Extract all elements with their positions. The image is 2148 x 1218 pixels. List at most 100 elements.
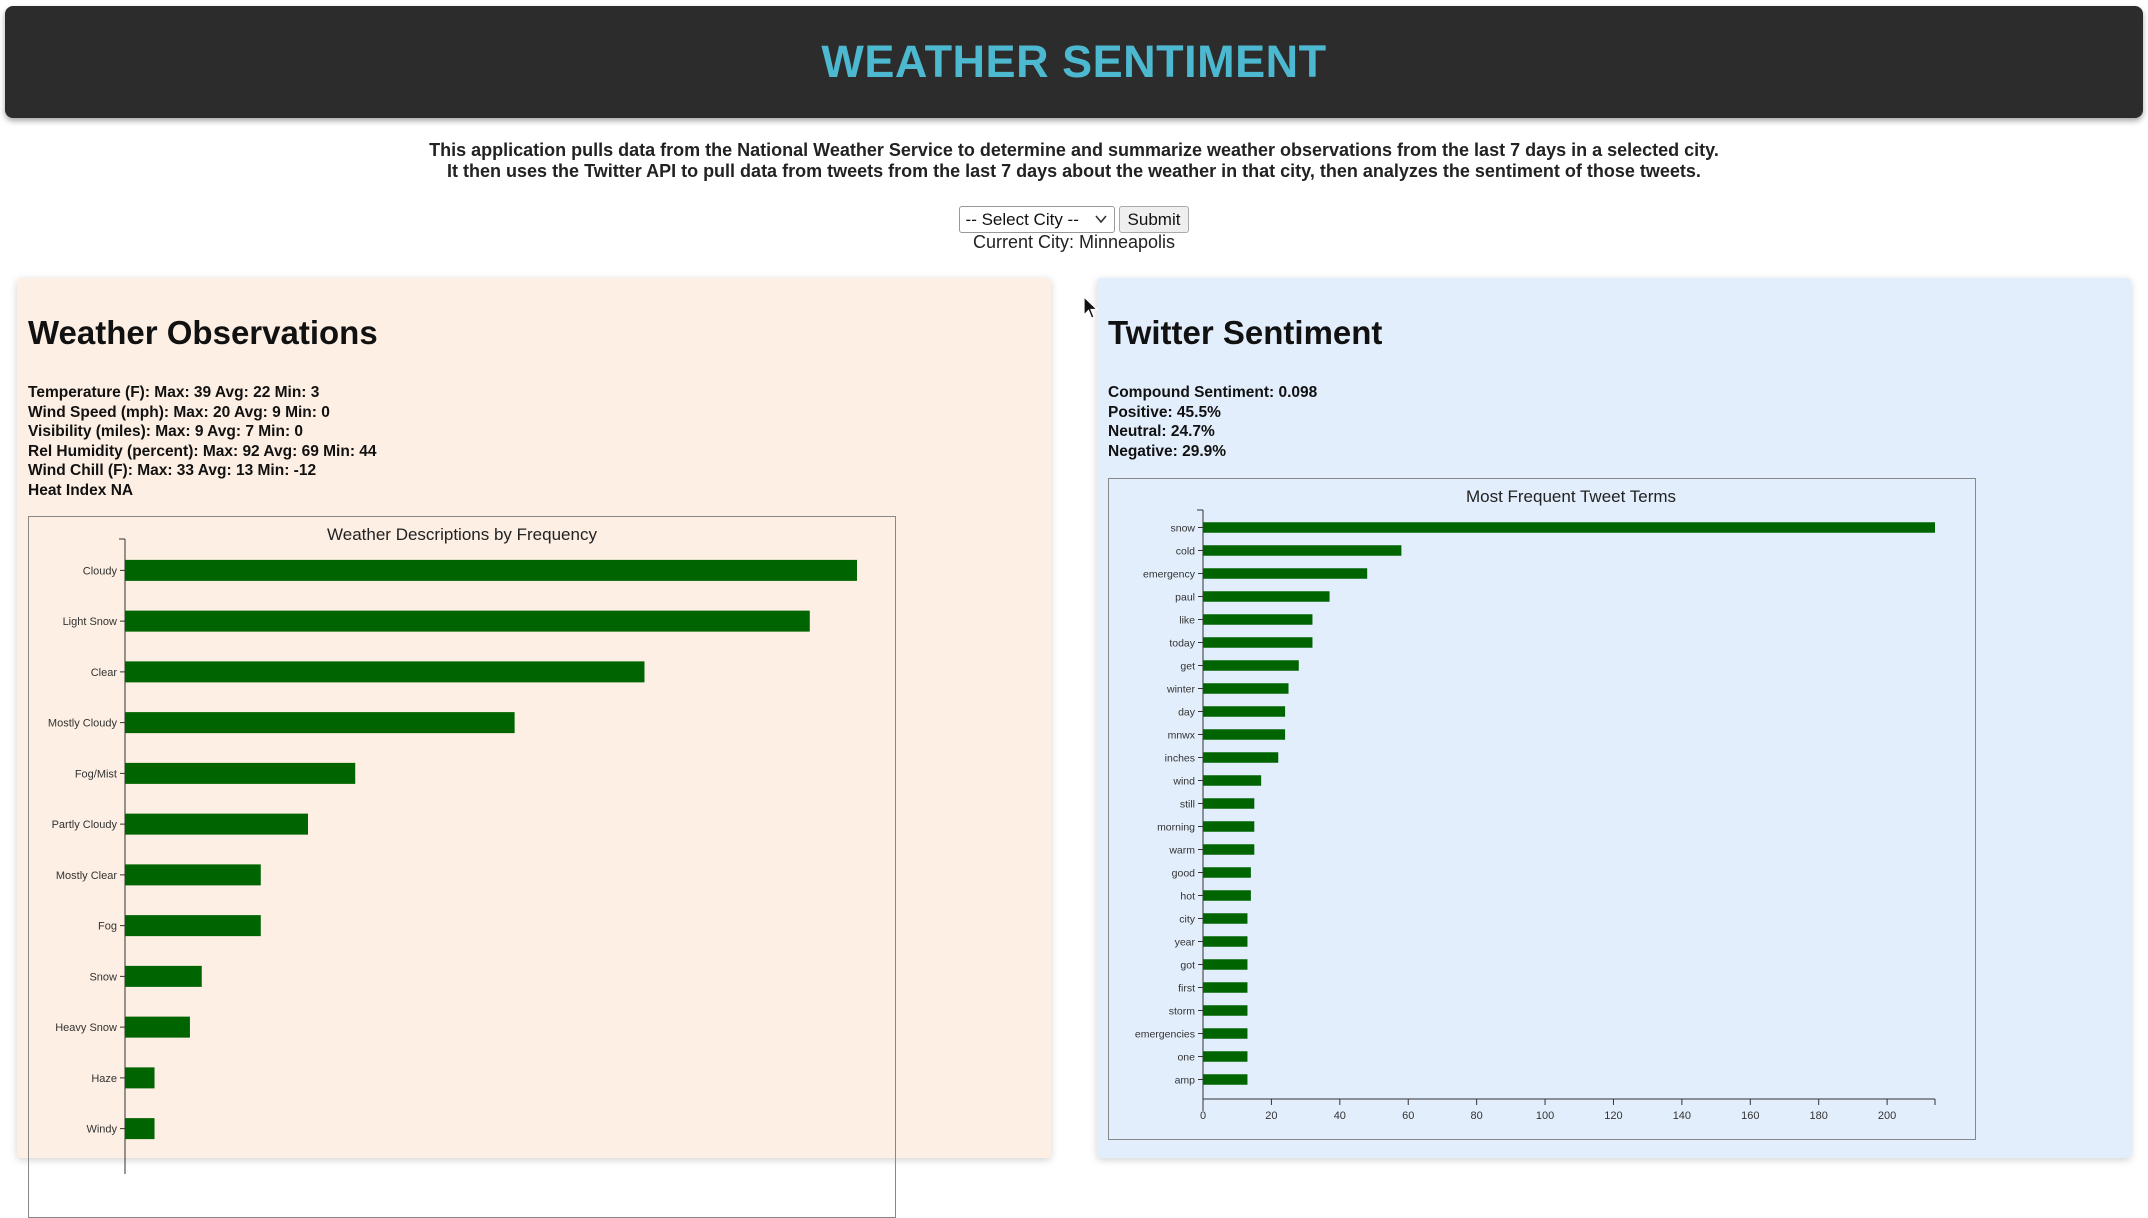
weather-chart: Weather Descriptions by Frequency Cloudy L… [28,516,896,1218]
bar-year [1203,936,1248,947]
y-tick-label-heavy-snow: Heavy Snow [55,1022,117,1034]
y-tick-label-emergencies: emergencies [1135,1029,1195,1041]
app-header: WEATHER SENTIMENT [5,6,2143,118]
bar-emergencies [1203,1028,1248,1039]
bar-cloudy [125,559,857,581]
y-tick-label-warm: warm [1168,845,1195,857]
y-tick-label-haze: Haze [91,1073,117,1085]
y-tick-label-fog: Fog [98,921,117,933]
bar-heavy-snow [125,1016,190,1038]
bar-emergency [1203,568,1368,579]
bar-windy [125,1118,155,1140]
bar-winter [1203,683,1289,694]
weather-stat-visibility: Visibility (miles): Max: 9 Avg: 7 Min: 0 [28,423,304,440]
y-tick-label-fog-mist: Fog/Mist [75,768,117,780]
bar-good [1203,867,1251,878]
bar-first [1203,982,1248,993]
y-tick-label-wind: wind [1172,776,1195,788]
y-tick-label-cold: cold [1176,546,1195,558]
bar-still [1203,798,1255,809]
y-tick-label-mostly-clear: Mostly Clear [56,870,117,882]
y-tick-label-partly-cloudy: Partly Cloudy [52,819,118,831]
y-tick-label-one: one [1177,1052,1195,1064]
bar-amp [1203,1074,1248,1085]
bar-one [1203,1051,1248,1062]
weather-stat-temperature: Temperature (F): Max: 39 Avg: 22 Min: 3 [28,384,320,401]
y-tick-label-good: good [1172,868,1196,880]
y-tick-label-year: year [1175,937,1196,949]
bar-mnwx [1203,729,1286,740]
x-tick-label-40: 40 [1334,1110,1346,1122]
bar-wind [1203,775,1262,786]
x-tick-label-160: 160 [1741,1110,1759,1122]
y-tick-label-still: still [1180,799,1195,811]
y-tick-label-clear: Clear [91,667,118,679]
x-tick-label-180: 180 [1810,1110,1828,1122]
weather-stat-wind-chill: Wind Chill (F): Max: 33 Avg: 13 Min: -12 [28,462,317,479]
intro-text: This application pulls data from the Nat… [0,140,2148,182]
bar-like [1203,614,1313,625]
submit-button[interactable]: Submit [1118,206,1190,233]
bar-mostly-clear [125,864,261,886]
y-tick-label-emergency: emergency [1143,569,1196,581]
x-tick-label-20: 20 [1265,1110,1277,1122]
bar-mostly-cloudy [125,712,515,734]
y-tick-label-cloudy: Cloudy [83,565,118,577]
bar-morning [1203,821,1255,832]
y-tick-label-inches: inches [1165,753,1195,765]
twitter-title: Twitter Sentiment [1108,314,1383,351]
y-tick-label-hot: hot [1180,891,1195,903]
bar-haze [125,1067,155,1089]
twitter-stat-compound: Compound Sentiment: 0.098 [1108,384,1318,401]
y-tick-label-mostly-cloudy: Mostly Cloudy [48,718,118,730]
weather-chart-svg: Weather Descriptions by Frequency Cloudy L… [48,525,857,1174]
tweet-terms-chart-svg: Most Frequent Tweet Terms snow cold emergen… [1135,487,1936,1122]
weather-stats: Temperature (F): Max: 39 Avg: 22 Min: 3 … [28,383,377,500]
y-tick-label-got: got [1180,960,1195,972]
bar-fog-mist [125,762,356,784]
mouse-cursor-icon [1083,295,1099,325]
bar-inches [1203,752,1279,763]
bar-partly-cloudy [125,813,308,835]
bar-snow [1203,522,1935,533]
weather-panel: Weather Observations Temperature (F): Ma… [17,278,1051,1218]
y-tick-label-snow: snow [1170,523,1195,535]
bar-today [1203,637,1313,648]
intro-line-1: This application pulls data from the Nat… [429,140,1719,160]
x-tick-label-200: 200 [1878,1110,1896,1122]
x-tick-label-140: 140 [1673,1110,1691,1122]
y-tick-label-light-snow: Light Snow [63,616,117,628]
bar-fog [125,915,261,937]
y-tick-label-amp: amp [1175,1075,1196,1087]
y-tick-label-storm: storm [1169,1006,1196,1018]
y-tick-label-like: like [1179,615,1195,627]
tweet-terms-chart: Most Frequent Tweet Terms snow cold emergen… [1108,478,1976,1140]
bar-snow [125,965,202,987]
x-tick-label-100: 100 [1536,1110,1554,1122]
bar-paul [1203,591,1330,602]
bar-hot [1203,890,1251,901]
current-city: Current City: Minneapolis [972,232,1176,252]
bar-clear [125,661,645,683]
bar-storm [1203,1005,1248,1016]
twitter-stats: Compound Sentiment: 0.098 Positive: 45.5… [1108,383,1317,461]
chart-title: Most Frequent Tweet Terms [1466,487,1676,506]
y-tick-label-first: first [1178,983,1195,995]
city-controls: -- Select City -- Submit [0,206,2148,233]
bar-got [1203,959,1248,970]
y-tick-label-mnwx: mnwx [1168,730,1196,742]
bar-city [1203,913,1248,924]
twitter-stat-positive: Positive: 45.5% [1108,403,1221,421]
app-title: WEATHER SENTIMENT [821,36,1327,87]
weather-title: Weather Observations [28,314,378,351]
weather-stat-humidity: Rel Humidity (percent): Max: 92 Avg: 69 … [28,442,377,460]
bar-light-snow [125,610,810,632]
city-select[interactable]: -- Select City -- [958,206,1115,233]
x-tick-label-120: 120 [1604,1110,1622,1122]
intro-line-2: It then uses the Twitter API to pull dat… [447,161,1701,181]
twitter-stat-negative: Negative: 29.9% [1108,442,1227,460]
y-tick-label-today: today [1169,638,1195,650]
x-tick-label-80: 80 [1471,1110,1483,1122]
weather-stat-wind-speed: Wind Speed (mph): Max: 20 Avg: 9 Min: 0 [28,403,330,421]
x-tick-label-0: 0 [1200,1110,1206,1122]
